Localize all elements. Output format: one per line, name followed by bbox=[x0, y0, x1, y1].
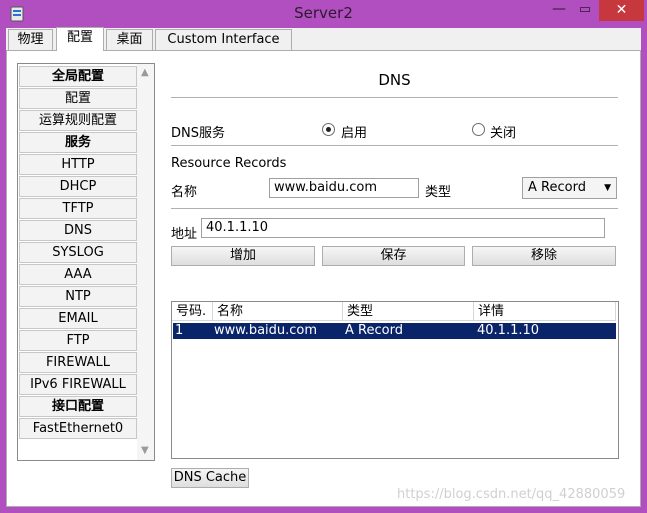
save-button[interactable]: 保存 bbox=[322, 246, 465, 266]
dns-off-radio[interactable] bbox=[472, 123, 485, 136]
divider bbox=[171, 97, 618, 98]
record-type-select[interactable]: A Record ▼ bbox=[522, 177, 617, 199]
record-type-value: A Record bbox=[528, 180, 586, 195]
sidebar-item-aaa[interactable]: AAA bbox=[19, 264, 137, 285]
sidebar-item-services[interactable]: 服务 bbox=[19, 132, 137, 153]
sidebar-item-fastethernet0[interactable]: FastEthernet0 bbox=[19, 418, 137, 439]
cell-type: A Record bbox=[345, 323, 403, 338]
tab-config[interactable]: 配置 bbox=[56, 27, 104, 51]
scroll-down-icon[interactable]: ▼ bbox=[141, 445, 149, 456]
type-label: 类型 bbox=[425, 185, 452, 200]
config-panel: 全局配置 配置 运算规则配置 服务 HTTP DHCP TFTP DNS SYS… bbox=[6, 50, 641, 507]
tab-physical[interactable]: 物理 bbox=[8, 29, 53, 50]
cell-name: www.baidu.com bbox=[214, 323, 318, 338]
address-label: 地址 bbox=[171, 227, 198, 242]
close-button[interactable]: ✕ bbox=[599, 0, 644, 21]
column-header-number[interactable]: 号码. bbox=[172, 302, 213, 321]
sidebar-scrollbar[interactable]: ▲ ▼ bbox=[137, 64, 154, 460]
column-header-name[interactable]: 名称 bbox=[213, 302, 343, 321]
dns-service-label: DNS服务 bbox=[171, 126, 225, 141]
cell-number: 1 bbox=[175, 323, 184, 338]
sidebar-item-dhcp[interactable]: DHCP bbox=[19, 176, 137, 197]
sidebar-item-ftp[interactable]: FTP bbox=[19, 330, 137, 351]
sidebar-item-settings[interactable]: 配置 bbox=[19, 88, 137, 109]
config-sidebar: 全局配置 配置 运算规则配置 服务 HTTP DHCP TFTP DNS SYS… bbox=[17, 63, 155, 461]
scroll-up-icon[interactable]: ▲ bbox=[141, 67, 149, 78]
add-button[interactable]: 增加 bbox=[171, 246, 315, 266]
chevron-down-icon: ▼ bbox=[604, 183, 611, 193]
sidebar-item-algorithm-settings[interactable]: 运算规则配置 bbox=[19, 110, 137, 131]
table-row[interactable]: 1 www.baidu.com A Record 40.1.1.10 bbox=[173, 323, 616, 339]
dns-records-table[interactable]: 号码. 名称 类型 详情 1 www.baidu.com A Record 40… bbox=[171, 301, 619, 459]
minimize-button[interactable]: — bbox=[546, 0, 572, 21]
sidebar-item-firewall[interactable]: FIREWALL bbox=[19, 352, 137, 373]
address-input[interactable]: 40.1.1.10 bbox=[201, 218, 605, 238]
sidebar-item-syslog[interactable]: SYSLOG bbox=[19, 242, 137, 263]
remove-button[interactable]: 移除 bbox=[472, 246, 616, 266]
watermark-url: https://blog.csdn.net/qq_42880059 bbox=[397, 487, 626, 502]
title-bar[interactable]: Server2 — ▭ ✕ bbox=[0, 0, 647, 28]
cell-detail: 40.1.1.10 bbox=[477, 323, 540, 338]
sidebar-item-interface-settings[interactable]: 接口配置 bbox=[19, 396, 137, 417]
resource-records-label: Resource Records bbox=[171, 156, 287, 171]
sidebar-item-ntp[interactable]: NTP bbox=[19, 286, 137, 307]
dns-on-radio[interactable] bbox=[322, 123, 335, 136]
dns-panel: DNS DNS服务 启用 关闭 Resource Records 名称 www.… bbox=[171, 63, 619, 488]
tab-custom-interface[interactable]: Custom Interface bbox=[155, 29, 292, 50]
tab-desktop[interactable]: 桌面 bbox=[106, 29, 153, 50]
divider bbox=[171, 145, 618, 146]
column-header-detail[interactable]: 详情 bbox=[474, 302, 616, 321]
dns-on-label: 启用 bbox=[341, 126, 368, 141]
dns-cache-button[interactable]: DNS Cache bbox=[171, 468, 249, 488]
sidebar-item-tftp[interactable]: TFTP bbox=[19, 198, 137, 219]
sidebar-item-dns[interactable]: DNS bbox=[19, 220, 137, 241]
dns-off-label: 关闭 bbox=[490, 126, 517, 141]
sidebar-item-email[interactable]: EMAIL bbox=[19, 308, 137, 329]
name-label: 名称 bbox=[171, 185, 198, 200]
divider bbox=[171, 208, 618, 209]
sidebar-item-ipv6-firewall[interactable]: IPv6 FIREWALL bbox=[19, 374, 137, 395]
column-header-type[interactable]: 类型 bbox=[343, 302, 474, 321]
window-client-area: 物理 配置 桌面 Custom Interface 全局配置 配置 运算规则配置… bbox=[6, 27, 641, 507]
name-input[interactable]: www.baidu.com bbox=[269, 178, 419, 198]
sidebar-item-http[interactable]: HTTP bbox=[19, 154, 137, 175]
maximize-button[interactable]: ▭ bbox=[572, 0, 598, 21]
sidebar-item-global-settings[interactable]: 全局配置 bbox=[19, 66, 137, 87]
dns-title: DNS bbox=[378, 71, 411, 89]
